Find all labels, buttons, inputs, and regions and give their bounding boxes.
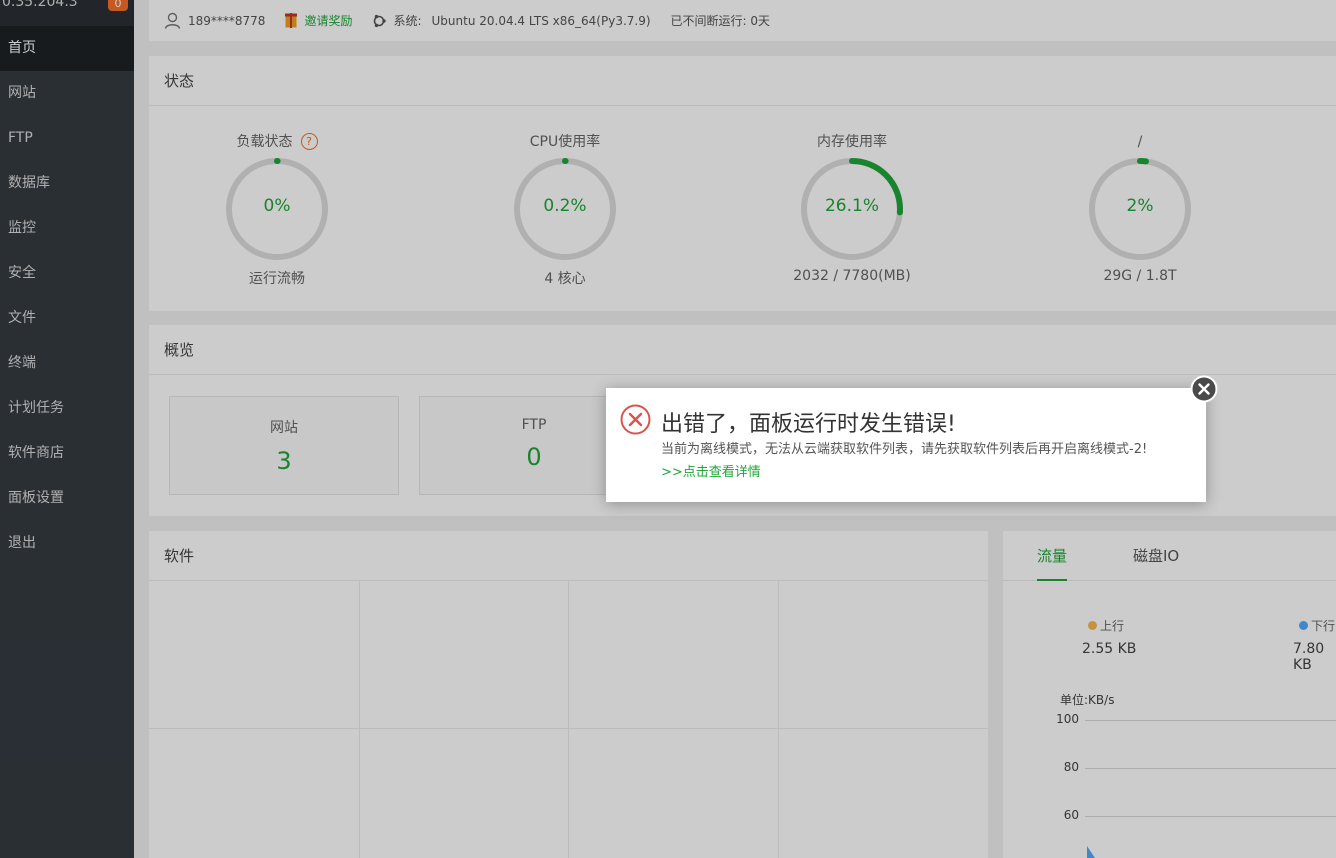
close-icon[interactable] <box>1190 375 1218 403</box>
error-icon <box>620 404 651 439</box>
dialog-message: 当前为离线模式，无法从云端获取软件列表，请先获取软件列表后再开启离线模式-2! <box>661 442 1148 457</box>
dialog-title: 出错了，面板运行时发生错误! <box>661 412 956 437</box>
error-dialog: 出错了，面板运行时发生错误! 当前为离线模式，无法从云端获取软件列表，请先获取软… <box>606 375 1218 502</box>
view-details-link[interactable]: >>点击查看详情 <box>661 461 761 480</box>
